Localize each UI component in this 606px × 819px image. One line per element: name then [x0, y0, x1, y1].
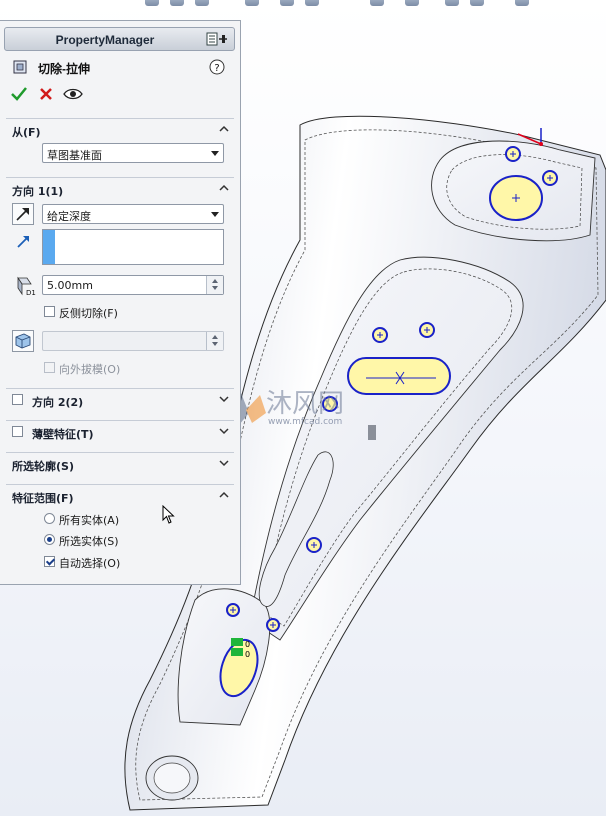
direction2-checkbox[interactable] — [12, 394, 23, 405]
direction2-label: 方向 2(2) — [32, 396, 84, 409]
scene-icon[interactable] — [470, 0, 484, 6]
draft-toggle-button[interactable] — [12, 330, 34, 352]
help-icon[interactable]: ? — [209, 59, 225, 75]
ok-checkmark-icon[interactable] — [11, 87, 27, 101]
scope-selected-bodies-label: 所选实体(S) — [59, 535, 119, 548]
flip-side-cut-label: 反侧切除(F) — [59, 307, 118, 320]
selected-contours-label: 所选轮廓(S) — [12, 460, 74, 473]
preview-eye-icon[interactable] — [63, 87, 83, 101]
thin-feature-checkbox[interactable] — [12, 426, 23, 437]
draft-icon — [15, 333, 31, 349]
reverse-direction-button[interactable] — [12, 203, 34, 225]
scope-all-bodies-label: 所有实体(A) — [59, 514, 120, 527]
zoom-fit-icon[interactable] — [145, 0, 159, 6]
collapse-chevron-icon[interactable] — [218, 182, 230, 194]
draft-angle-spinner — [206, 332, 223, 350]
svg-text:0: 0 — [245, 640, 250, 649]
mouse-cursor-icon — [162, 505, 175, 524]
view-settings-icon[interactable] — [515, 0, 529, 6]
scope-selected-bodies-radio[interactable] — [44, 534, 55, 545]
collapse-chevron-icon[interactable] — [218, 489, 230, 501]
from-start-condition-select[interactable]: 草图基准面 — [42, 143, 224, 163]
draft-outward-checkbox — [44, 362, 55, 373]
direction1-section[interactable]: 方向 1(1) — [6, 177, 234, 199]
watermark-url: www.mfcad.com — [268, 417, 342, 427]
property-manager: PropertyManager 切除-拉伸 ? 从(F) 草图基准面 方向 1(… — [0, 20, 241, 585]
section-view-icon[interactable] — [245, 0, 259, 6]
feature-scope-section[interactable]: 特征范围(F) — [6, 484, 234, 506]
svg-text:D1: D1 — [26, 289, 36, 296]
from-section-label: 从(F) — [12, 126, 41, 139]
cancel-x-icon[interactable] — [39, 87, 53, 101]
direction-vector-icon — [17, 236, 29, 248]
svg-text:?: ? — [214, 63, 219, 74]
collapse-chevron-icon[interactable] — [218, 123, 230, 135]
end-condition-select[interactable]: 给定深度 — [42, 204, 224, 224]
auto-select-checkbox[interactable] — [44, 556, 55, 567]
feature-name: 切除-拉伸 — [38, 62, 90, 76]
appearance-icon[interactable] — [445, 0, 459, 6]
depth-dimension-icon: D1 — [17, 276, 36, 296]
reverse-direction-icon — [16, 208, 29, 221]
panel-title: PropertyManager — [55, 33, 155, 47]
dropdown-arrow-icon — [211, 212, 219, 217]
watermark-text: 沐风网 — [266, 389, 344, 419]
expand-chevron-icon[interactable] — [218, 425, 230, 437]
direction2-section[interactable]: 方向 2(2) — [6, 388, 234, 410]
selected-contours-section[interactable]: 所选轮廓(S) — [6, 452, 234, 474]
expand-chevron-icon[interactable] — [218, 457, 230, 469]
scope-all-bodies-radio[interactable] — [44, 513, 55, 524]
dynamic-annotation-icon[interactable] — [280, 0, 294, 6]
thin-feature-section[interactable]: 薄壁特征(T) — [6, 420, 234, 442]
pin-icon[interactable] — [206, 32, 228, 46]
hide-show-icon[interactable] — [405, 0, 419, 6]
from-section[interactable]: 从(F) — [6, 118, 234, 140]
depth-input[interactable]: 5.00mm — [42, 275, 224, 295]
cut-extrude-icon — [13, 60, 27, 74]
previous-view-icon[interactable] — [195, 0, 209, 6]
zoom-area-icon[interactable] — [170, 0, 184, 6]
svg-text:0: 0 — [245, 650, 250, 659]
heads-up-toolbar — [140, 0, 540, 8]
auto-select-label: 自动选择(O) — [59, 557, 121, 570]
flip-side-cut-checkbox[interactable] — [44, 306, 55, 317]
thin-feature-label: 薄壁特征(T) — [32, 428, 94, 441]
dropdown-arrow-icon — [211, 151, 219, 156]
view-orientation-icon[interactable] — [305, 0, 319, 6]
draft-angle-input — [42, 331, 224, 351]
expand-chevron-icon[interactable] — [218, 393, 230, 405]
property-manager-header: PropertyManager — [4, 27, 235, 51]
depth-spinner[interactable] — [206, 276, 223, 294]
display-style-icon[interactable] — [370, 0, 384, 6]
feature-scope-label: 特征范围(F) — [12, 492, 74, 505]
draft-outward-label: 向外拔模(O) — [59, 363, 121, 376]
direction-reference-selection-box[interactable] — [42, 229, 224, 265]
direction1-label: 方向 1(1) — [12, 185, 64, 198]
